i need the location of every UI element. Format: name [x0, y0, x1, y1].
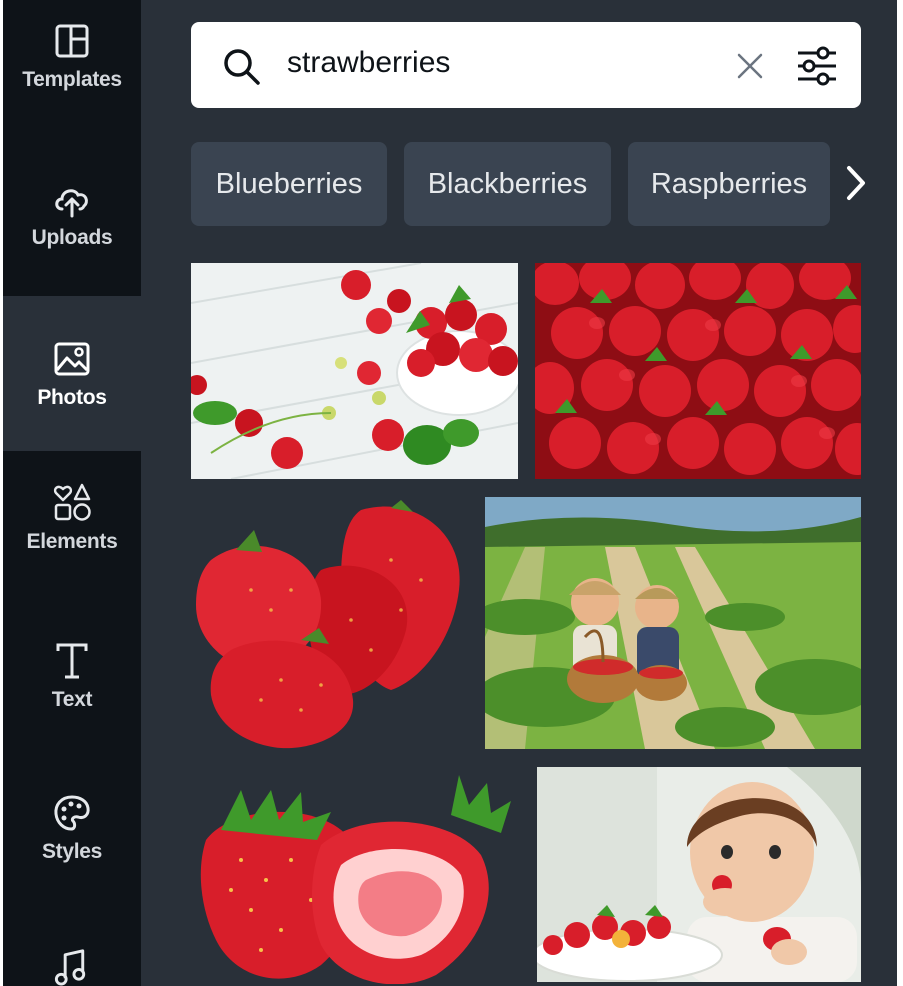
sidebar: Templates Uploads Photos Elements Text S… — [3, 0, 141, 986]
search-input[interactable]: strawberries — [287, 46, 450, 80]
upload-cloud-icon — [55, 189, 88, 218]
sidebar-item-uploads[interactable]: Uploads — [3, 178, 141, 268]
palette-icon — [54, 795, 90, 831]
sidebar-item-label: Photos — [37, 385, 107, 409]
photo-icon — [54, 342, 90, 375]
search-bar[interactable]: strawberries — [191, 22, 861, 108]
photo-image — [191, 500, 469, 750]
sidebar-item-label: Styles — [41, 840, 103, 863]
chip-label: Raspberries — [650, 167, 808, 200]
music-note-icon — [54, 949, 86, 986]
photo-result-6[interactable] — [537, 767, 861, 982]
photo-result-5[interactable] — [191, 770, 517, 984]
chevron-right-icon[interactable] — [841, 158, 871, 208]
photo-result-1[interactable] — [191, 263, 518, 479]
sidebar-item-label: Elements — [26, 530, 118, 553]
suggestion-chip-blackberries[interactable]: Blackberries — [404, 142, 611, 226]
templates-icon — [55, 24, 89, 58]
sidebar-item-templates[interactable]: Templates — [3, 20, 141, 110]
suggestion-chip-blueberries[interactable]: Blueberries — [191, 142, 387, 226]
filter-sliders-icon[interactable] — [795, 46, 839, 86]
photo-image — [537, 767, 861, 982]
sidebar-item-text[interactable]: Text — [3, 640, 141, 730]
suggestion-chip-raspberries[interactable]: Raspberries — [628, 142, 830, 226]
photo-image — [485, 497, 861, 749]
photo-result-3[interactable] — [191, 500, 469, 750]
sidebar-item-audio[interactable] — [3, 945, 141, 986]
clear-icon[interactable] — [736, 52, 764, 80]
photo-image — [535, 263, 861, 479]
photo-image — [191, 770, 517, 984]
photo-result-4[interactable] — [485, 497, 861, 749]
text-icon — [56, 643, 88, 679]
chip-label: Blueberries — [215, 167, 363, 200]
sidebar-item-styles[interactable]: Styles — [3, 792, 141, 882]
shapes-icon — [53, 483, 91, 521]
sidebar-item-elements[interactable]: Elements — [3, 482, 141, 572]
sidebar-item-label: Uploads — [31, 226, 113, 249]
sidebar-item-photos[interactable]: Photos — [3, 296, 141, 451]
photo-image — [191, 263, 518, 479]
sidebar-item-label: Templates — [22, 68, 122, 91]
sidebar-item-label: Text — [51, 688, 93, 711]
panel-edge — [897, 0, 903, 986]
search-icon[interactable] — [221, 46, 263, 88]
chip-label: Blackberries — [427, 167, 588, 200]
photo-result-2[interactable] — [535, 263, 861, 479]
photos-panel: strawberries Blueberries Blackberries Ra… — [141, 0, 903, 986]
